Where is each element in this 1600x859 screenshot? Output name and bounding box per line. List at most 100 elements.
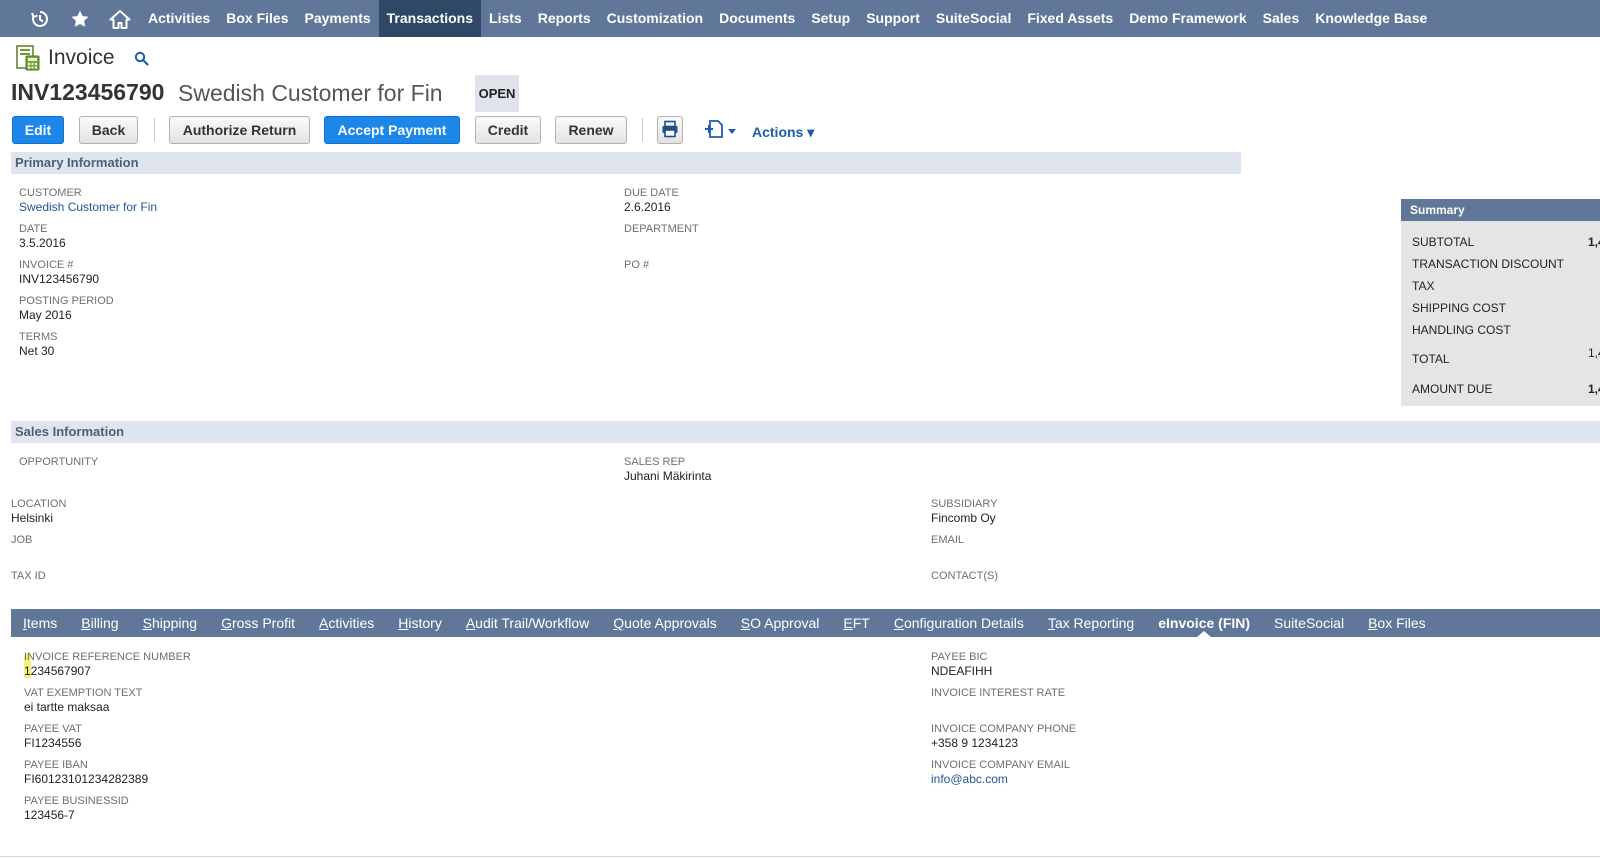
company-phone-label: INVOICE COMPANY PHONE [931, 723, 1077, 735]
tab-suitesocial[interactable]: SuiteSocial [1262, 609, 1356, 637]
printer-icon [661, 120, 679, 141]
tab-shipping[interactable]: Shipping [131, 609, 210, 637]
search-icon[interactable] [134, 51, 149, 69]
tab-audit-trail-workflow[interactable]: Audit Trail/Workflow [454, 609, 601, 637]
tax-id-label: TAX ID [11, 570, 46, 582]
sales-information-header[interactable]: Sales Information [11, 421, 1600, 443]
nav-customization[interactable]: Customization [599, 0, 711, 37]
contacts-field: CONTACT(S) [931, 569, 998, 583]
payee-vat-field: PAYEE VAT FI1234556 [24, 722, 82, 751]
total-label: TOTAL [1412, 352, 1450, 366]
due-date-label: DUE DATE [624, 187, 679, 199]
page-bottom-divider [0, 856, 1600, 857]
tab-tax-reporting[interactable]: Tax Reporting [1036, 609, 1146, 637]
shipping-cost-label: SHIPPING COST [1412, 301, 1507, 315]
posting-period-field: POSTING PERIOD May 2016 [19, 294, 114, 323]
posting-period-label: POSTING PERIOD [19, 295, 114, 307]
payee-bic-value: NDEAFIHH [931, 664, 993, 678]
button-divider [154, 118, 155, 142]
new-record-menu[interactable] [704, 119, 736, 142]
terms-label: TERMS [19, 331, 58, 343]
authorize-return-button[interactable]: Authorize Return [169, 116, 310, 144]
vat-exemption-label: VAT EXEMPTION TEXT [24, 687, 143, 699]
email-field: EMAIL [931, 533, 964, 547]
invoice-reference-field: INVOICE REFERENCE NUMBER 1234567907 [24, 650, 191, 679]
tab-history[interactable]: History [386, 609, 454, 637]
subtotal-label: SUBTOTAL [1412, 235, 1475, 249]
tab-activities[interactable]: Activities [307, 609, 386, 637]
nav-knowledge-base[interactable]: Knowledge Base [1307, 0, 1435, 37]
amount-due-value: 1,4 [1588, 382, 1600, 396]
nav-demo-framework[interactable]: Demo Framework [1121, 0, 1254, 37]
renew-button[interactable]: Renew [555, 116, 627, 144]
terms-value: Net 30 [19, 344, 55, 358]
location-value: Helsinki [11, 511, 54, 525]
handling-cost-label: HANDLING COST [1412, 323, 1511, 337]
nav-setup[interactable]: Setup [803, 0, 858, 37]
actions-menu[interactable]: Actions ▾ [752, 124, 814, 141]
summary-title: Summary [1401, 199, 1600, 221]
email-label: EMAIL [931, 534, 965, 546]
home-icon[interactable] [100, 0, 140, 37]
add-document-icon [704, 119, 726, 142]
date-field: DATE 3.5.2016 [19, 222, 66, 251]
payee-vat-value: FI1234556 [24, 736, 82, 750]
tab-gross-profit[interactable]: Gross Profit [209, 609, 307, 637]
po-number-label: PO # [624, 259, 650, 271]
invoice-number-field: INVOICE # INV123456790 [19, 258, 99, 287]
accept-payment-button[interactable]: Accept Payment [324, 116, 460, 144]
tab-eft[interactable]: EFT [831, 609, 881, 637]
star-icon[interactable] [60, 0, 100, 37]
record-number: INV123456790 [11, 79, 165, 105]
tab-configuration-details[interactable]: Configuration Details [882, 609, 1036, 637]
edit-button[interactable]: Edit [12, 116, 64, 144]
nav-support[interactable]: Support [858, 0, 928, 37]
customer-link[interactable]: Swedish Customer for Fin [19, 200, 157, 215]
payee-iban-field: PAYEE IBAN FI60123101234282389 [24, 758, 148, 787]
record-customer-name: Swedish Customer for Fin [178, 80, 443, 106]
nav-box-files[interactable]: Box Files [218, 0, 296, 37]
tab-billing[interactable]: Billing [69, 609, 130, 637]
nav-transactions[interactable]: Transactions [378, 0, 482, 37]
subtab-bar: Items Billing Shipping Gross Profit Acti… [11, 609, 1600, 637]
tab-quote-approvals[interactable]: Quote Approvals [601, 609, 729, 637]
amount-due-label: AMOUNT DUE [1412, 382, 1493, 396]
company-email-link[interactable]: info@abc.com [931, 772, 1070, 787]
po-number-field: PO # [624, 258, 649, 272]
button-divider [642, 118, 643, 142]
posting-period-value: May 2016 [19, 308, 72, 322]
tab-so-approval[interactable]: SO Approval [729, 609, 832, 637]
terms-field: TERMS Net 30 [19, 330, 58, 359]
location-field: LOCATION Helsinki [11, 497, 66, 526]
nav-documents[interactable]: Documents [711, 0, 803, 37]
nav-payments[interactable]: Payments [297, 0, 379, 37]
recent-icon[interactable] [20, 0, 60, 37]
subtotal-value: 1,4 [1588, 235, 1600, 249]
payee-businessid-field: PAYEE BUSINESSID 123456-7 [24, 794, 129, 823]
tab-box-files[interactable]: Box Files [1356, 609, 1438, 637]
company-phone-value: +358 9 1234123 [931, 736, 1019, 750]
contacts-label: CONTACT(S) [931, 570, 999, 582]
invoice-interest-rate-label: INVOICE INTEREST RATE [931, 687, 1066, 699]
total-value: 1,4 [1588, 346, 1600, 360]
payee-bic-field: PAYEE BIC NDEAFIHH [931, 650, 992, 679]
back-button[interactable]: Back [79, 116, 138, 144]
nav-activities[interactable]: Activities [140, 0, 218, 37]
credit-button[interactable]: Credit [475, 116, 541, 144]
sales-rep-label: SALES REP [624, 456, 686, 468]
tab-items[interactable]: Items [11, 609, 69, 637]
print-button[interactable] [657, 116, 683, 144]
location-label: LOCATION [11, 498, 67, 510]
primary-information-header[interactable]: Primary Information [11, 152, 1241, 174]
top-navigation: Activities Box Files Payments Transactio… [0, 0, 1600, 37]
nav-reports[interactable]: Reports [530, 0, 599, 37]
nav-lists[interactable]: Lists [481, 0, 530, 37]
company-email-field: INVOICE COMPANY EMAIL info@abc.com [931, 758, 1070, 787]
invoice-reference-label: INVOICE REFERENCE NUMBER [24, 651, 191, 663]
tab-einvoice-fin[interactable]: eInvoice (FIN) [1146, 609, 1262, 637]
payee-bic-label: PAYEE BIC [931, 651, 988, 663]
nav-sales[interactable]: Sales [1255, 0, 1308, 37]
nav-suitesocial[interactable]: SuiteSocial [928, 0, 1019, 37]
payee-iban-label: PAYEE IBAN [24, 759, 88, 771]
nav-fixed-assets[interactable]: Fixed Assets [1019, 0, 1121, 37]
